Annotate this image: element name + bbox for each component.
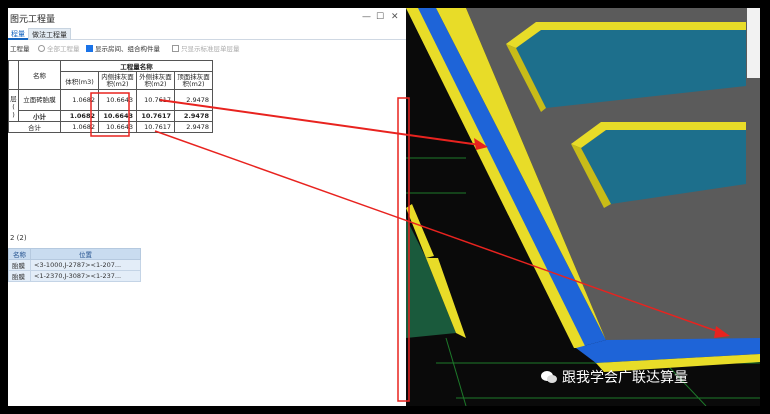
cell-top: 2.9478	[174, 121, 213, 133]
cell-inner: 10.6643	[98, 110, 137, 122]
cell-name: 合计	[8, 121, 61, 133]
item-position: <1-2370,J-3087><1-237...	[30, 270, 141, 282]
close-button[interactable]: ✕	[391, 12, 399, 22]
header-blank	[8, 60, 19, 90]
dialog-title: 图元工程量	[10, 15, 56, 25]
options-row: 工程量 全部工程量 显示房间、组合构件量 只显示标准层单层量	[8, 43, 406, 56]
header-volume: 体积(m3)	[60, 71, 99, 90]
tab-bar: 程量 做法工程量	[8, 28, 406, 40]
cell-outer: 10.7617	[136, 121, 175, 133]
radio-icon	[38, 45, 45, 52]
watermark: 跟我学会广联达算量	[540, 367, 688, 387]
watermark-text: 跟我学会广联达算量	[562, 370, 688, 386]
option-all-quantity[interactable]: 全部工程量	[38, 43, 80, 56]
header-name: 名称	[18, 60, 61, 90]
cell-inner: 10.6643	[98, 89, 137, 111]
col-header-name: 名称	[8, 248, 31, 260]
item-position: <3-1000,J-2787><1-207...	[30, 259, 141, 271]
3d-viewport[interactable]	[406, 8, 760, 406]
list-item[interactable]: 胎膜 <1-2370,J-3087><1-237...	[8, 270, 141, 282]
cell-volume: 1.0682	[60, 110, 99, 122]
quantity-table: 名称 工程量名称 体积(m3) 内侧抹灰面积(m2) 外侧抹灰面积(m2) 顶面…	[8, 60, 213, 133]
cell-name: 小计	[18, 110, 61, 122]
dialog-titlebar: 图元工程量 — ☐ ✕	[8, 8, 406, 28]
3d-model-render	[406, 8, 760, 406]
row-floor-label: 层( )	[8, 89, 19, 122]
quantity-dialog: 图元工程量 — ☐ ✕ 程量 做法工程量 工程量 全部工程量 显示房间、组合构件…	[8, 8, 406, 406]
cell-top: 2.9478	[174, 89, 213, 111]
table-row[interactable]: 层( ) 立面砖胎膜 1.0682 10.6643 10.7617 2.9478	[8, 89, 213, 122]
cell-inner: 10.6643	[98, 121, 137, 133]
cell-name: 立面砖胎膜	[18, 89, 61, 111]
selection-count: 2 (2)	[10, 234, 27, 242]
header-top: 顶面抹灰面积(m2)	[174, 71, 213, 90]
checkbox-checked-icon	[86, 45, 93, 52]
maximize-button[interactable]: ☐	[376, 12, 384, 22]
header-outer: 外侧抹灰面积(m2)	[136, 71, 175, 90]
col-header-position: 位置	[30, 248, 141, 260]
header-inner: 内侧抹灰面积(m2)	[98, 71, 137, 90]
element-list-table: 名称 位置 胎膜 <3-1000,J-2787><1-207... 胎膜 <1-…	[8, 248, 141, 282]
table-row-total[interactable]: 合计 1.0682 10.6643 10.7617 2.9478	[8, 121, 213, 133]
cell-top: 2.9478	[174, 110, 213, 122]
view-toolbar[interactable]	[747, 8, 760, 78]
header-group: 工程量名称	[60, 60, 213, 72]
table-row-subtotal[interactable]: 小计 1.0682 10.6643 10.7617 2.9478	[9, 110, 213, 122]
option-standard-floor[interactable]: 只显示标准层单层量	[172, 43, 240, 56]
wechat-icon	[541, 371, 557, 383]
checkbox-icon	[172, 45, 179, 52]
screenshot-frame: 图元工程量 — ☐ ✕ 程量 做法工程量 工程量 全部工程量 显示房间、组合构件…	[0, 0, 770, 414]
option-quantity[interactable]: 工程量	[10, 43, 30, 56]
list-item[interactable]: 胎膜 <3-1000,J-2787><1-207...	[8, 259, 141, 271]
cell-outer: 10.7617	[136, 110, 175, 122]
item-name: 胎膜	[8, 259, 31, 271]
cell-volume: 1.0682	[60, 121, 99, 133]
tab-quantity[interactable]: 程量	[8, 28, 28, 40]
cell-volume: 1.0682	[60, 89, 99, 111]
tab-method-quantity[interactable]: 做法工程量	[28, 28, 71, 40]
item-name: 胎膜	[8, 270, 31, 282]
option-show-room[interactable]: 显示房间、组合构件量	[86, 43, 160, 56]
minimize-button[interactable]: —	[362, 12, 371, 22]
cell-outer: 10.7617	[136, 89, 175, 111]
